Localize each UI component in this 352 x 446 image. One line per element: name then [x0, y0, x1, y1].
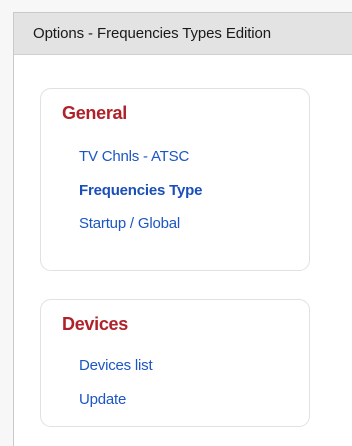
options-window: Options - Frequencies Types Edition Gene… — [13, 12, 352, 446]
devices-section: Devices Devices list Update — [40, 299, 310, 427]
nav-link-frequencies-type[interactable]: Frequencies Type — [79, 182, 202, 199]
general-section: General TV Chnls - ATSC Frequencies Type… — [40, 88, 310, 271]
nav-link-update[interactable]: Update — [79, 391, 126, 408]
window-title: Options - Frequencies Types Edition — [33, 25, 272, 42]
general-section-heading: General — [62, 103, 127, 123]
nav-link-startup-global[interactable]: Startup / Global — [79, 215, 180, 232]
devices-section-heading: Devices — [62, 314, 128, 334]
nav-link-tv-channels-atsc[interactable]: TV Chnls - ATSC — [79, 148, 189, 165]
window-titlebar[interactable]: Options - Frequencies Types Edition — [14, 13, 352, 55]
nav-link-devices-list[interactable]: Devices list — [79, 357, 153, 374]
options-nav-pane: General TV Chnls - ATSC Frequencies Type… — [14, 55, 352, 446]
